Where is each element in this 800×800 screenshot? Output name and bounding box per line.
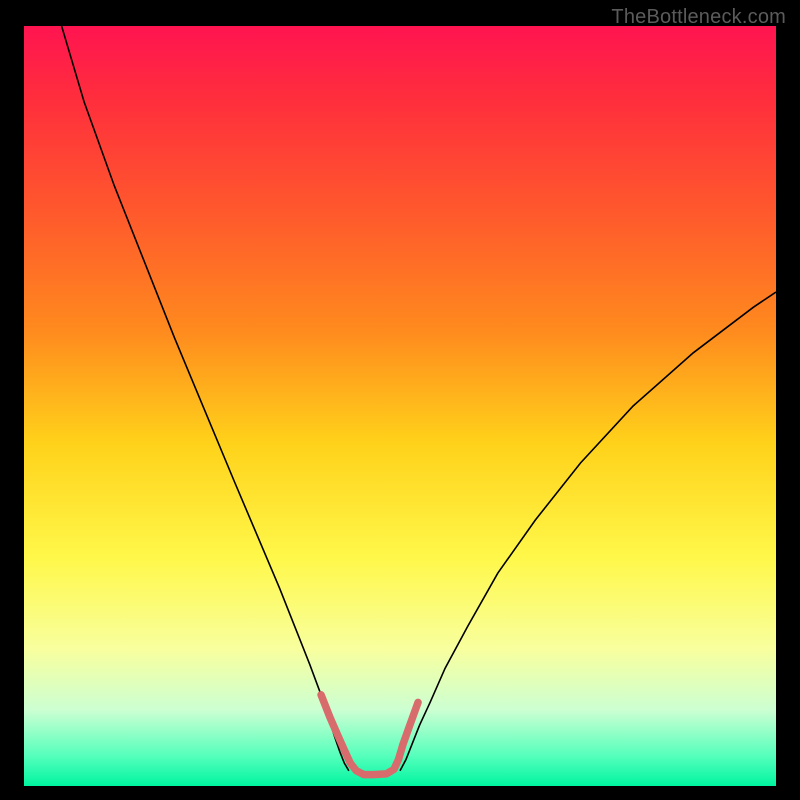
bottleneck-chart	[24, 26, 776, 786]
chart-frame	[24, 26, 776, 786]
gradient-background	[24, 26, 776, 786]
watermark-text: TheBottleneck.com	[611, 6, 786, 29]
